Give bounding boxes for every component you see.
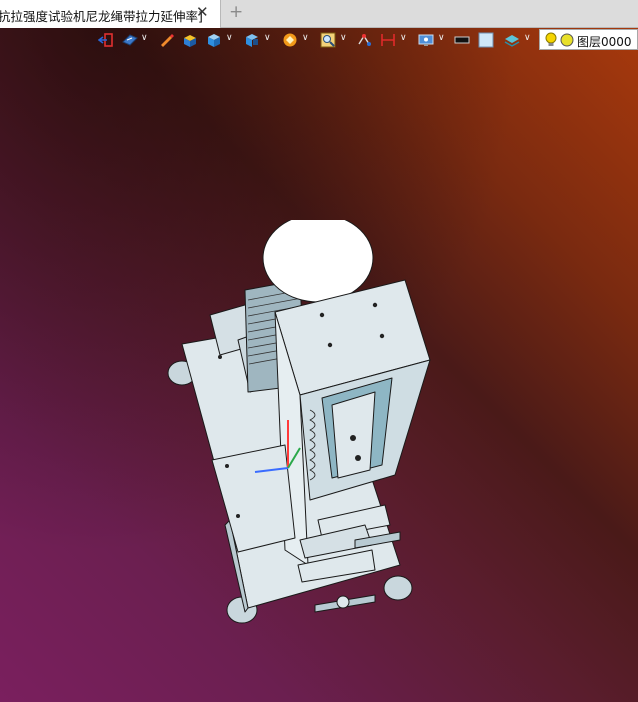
sketch-pen-icon[interactable] (156, 30, 176, 50)
document-tab[interactable]: 抗拉强度试验机尼龙绳带拉力延伸率] ✕ (0, 0, 221, 28)
chevron-down-icon[interactable]: ∨ (264, 33, 271, 43)
render-mode-icon[interactable] (280, 30, 300, 50)
document-tab-title: 抗拉强度试验机尼龙绳带拉力延伸率] (0, 9, 203, 24)
chevron-down-icon[interactable]: ∨ (302, 33, 309, 43)
layer-color-dot-icon (560, 33, 574, 47)
chevron-down-icon[interactable]: ∨ (226, 33, 233, 43)
testing-machine-model[interactable] (160, 220, 435, 635)
close-icon[interactable]: ✕ (196, 3, 209, 21)
light-bulb-icon[interactable] (544, 32, 558, 48)
new-tab-icon[interactable]: + (229, 2, 243, 22)
layer-selector[interactable]: 图层0000 (539, 29, 638, 50)
chevron-down-icon[interactable]: ∨ (340, 33, 347, 43)
background-icon[interactable] (476, 30, 496, 50)
color-swatch-icon[interactable] (452, 30, 472, 50)
section-view-icon[interactable] (242, 30, 262, 50)
chevron-down-icon[interactable]: ∨ (400, 33, 407, 43)
dimension-icon[interactable] (378, 30, 398, 50)
layer-stack-icon[interactable] (502, 30, 522, 50)
solid-display-icon[interactable] (180, 30, 200, 50)
tab-bar: 抗拉强度试验机尼龙绳带拉力延伸率] ✕ + (0, 0, 638, 28)
shaded-cube-icon[interactable] (204, 30, 224, 50)
display-settings-icon[interactable] (416, 30, 436, 50)
exit-view-icon[interactable] (96, 30, 116, 50)
chevron-down-icon[interactable]: ∨ (141, 33, 148, 43)
view-orientation-icon[interactable] (120, 30, 140, 50)
snap-icon[interactable] (354, 30, 374, 50)
layer-name: 图层0000 (577, 35, 632, 49)
chevron-down-icon[interactable]: ∨ (524, 33, 531, 43)
zoom-fit-icon[interactable] (318, 30, 338, 50)
chevron-down-icon[interactable]: ∨ (438, 33, 445, 43)
